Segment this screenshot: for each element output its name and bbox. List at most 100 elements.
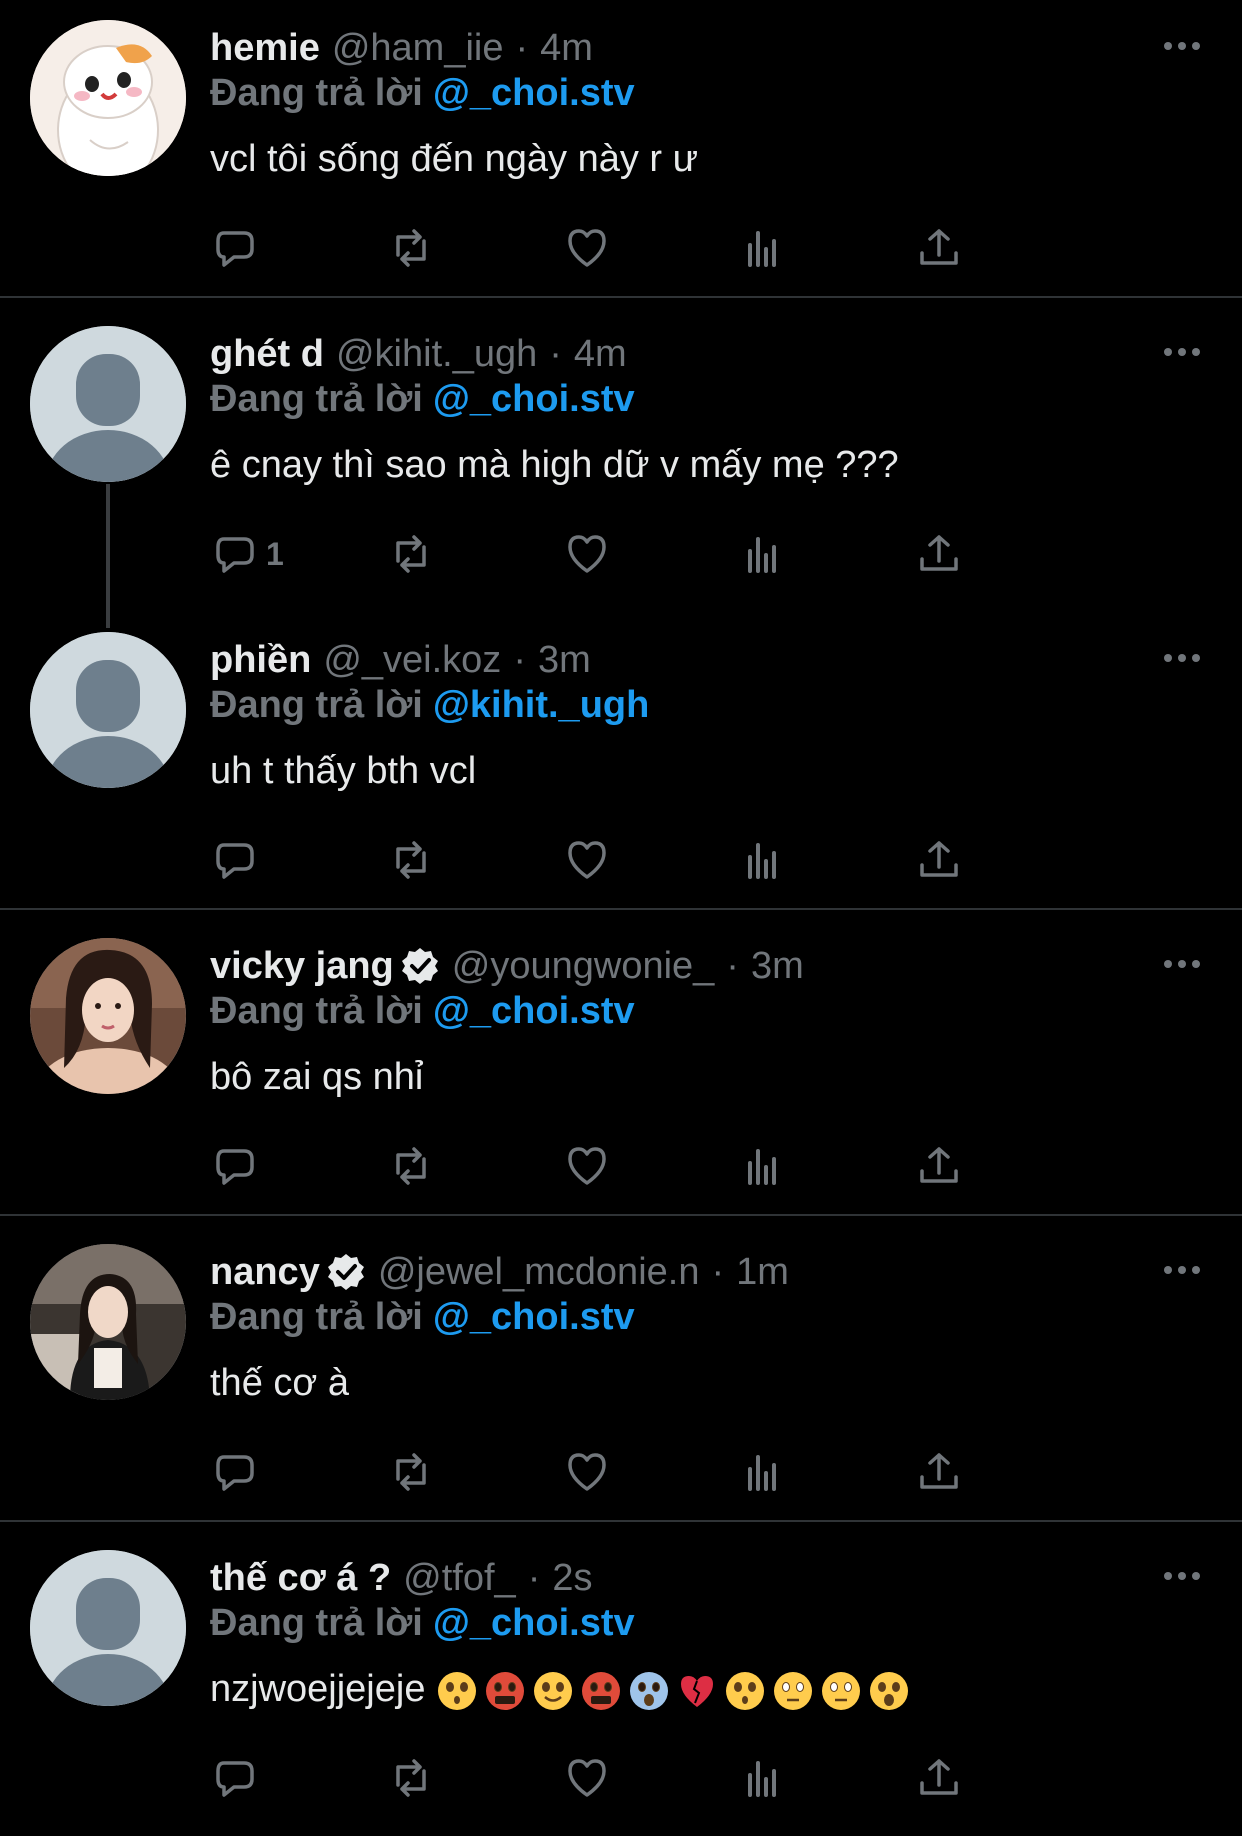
mention-link[interactable]: @_choi.stv [433,990,635,1032]
timestamp[interactable]: 2s [552,1557,592,1600]
views-button[interactable] [738,832,788,888]
share-button[interactable] [914,832,964,888]
replying-to: Đang trả lời @_choi.stv [210,72,635,115]
user-handle[interactable]: @youngwonie_ [452,945,715,988]
views-button[interactable] [738,1750,788,1806]
separator: · [515,26,529,69]
views-icon [748,1761,776,1797]
user-handle[interactable]: @_vei.koz [323,639,501,682]
avatar[interactable] [30,326,186,482]
share-button[interactable] [914,1138,964,1194]
verified-icon [327,1254,364,1290]
display-name[interactable]: hemie [210,27,320,70]
user-handle[interactable]: @kihit._ugh [336,333,537,376]
user-handle[interactable]: @tfof_ [403,1557,516,1600]
separator: · [527,1556,541,1599]
timestamp[interactable]: 3m [538,639,591,682]
action-bar [210,1138,1090,1194]
mention-link[interactable]: @kihit._ugh [433,684,650,726]
pleading-face-icon [438,1671,477,1710]
more-icon[interactable] [1162,38,1202,54]
reply-button[interactable] [210,832,260,888]
display-name[interactable]: vicky jang [210,945,394,988]
share-button[interactable] [914,1444,964,1500]
reply-button[interactable] [210,1750,260,1806]
display-name[interactable]: phiền [210,639,311,682]
like-icon [568,1147,606,1185]
like-icon [568,841,606,879]
replying-to: Đang trả lời @_choi.stv [210,1296,635,1339]
views-button[interactable] [738,526,788,582]
avatar[interactable] [30,1244,186,1400]
mention-link[interactable]: @_choi.stv [433,72,635,114]
retweet-button[interactable] [386,832,436,888]
hamster-avatar-icon [30,20,186,176]
share-button[interactable] [914,1750,964,1806]
views-button[interactable] [738,220,788,276]
display-name[interactable]: thế cơ á ? [210,1557,391,1600]
share-icon [920,535,958,571]
reply-button[interactable] [210,220,260,276]
mention-link[interactable]: @_choi.stv [433,1296,635,1338]
retweet-button[interactable] [386,220,436,276]
avatar[interactable] [30,632,186,788]
reply-icon [216,1149,254,1185]
action-bar [210,1750,1090,1806]
retweet-button[interactable] [386,526,436,582]
retweet-button[interactable] [386,1444,436,1500]
views-button[interactable] [738,1138,788,1194]
views-button[interactable] [738,1444,788,1500]
timestamp[interactable]: 4m [540,27,593,70]
tweet-header: vicky jang @youngwonie_ · 3m [210,938,804,994]
mention-link[interactable]: @_choi.stv [433,378,635,420]
more-icon[interactable] [1162,344,1202,360]
replying-to: Đang trả lời @kihit._ugh [210,684,649,727]
reply-button[interactable] [210,1444,260,1500]
more-icon[interactable] [1162,1568,1202,1584]
share-button[interactable] [914,526,964,582]
divider [0,1214,1242,1216]
replying-to: Đang trả lời @_choi.stv [210,1602,635,1645]
like-button[interactable] [562,1444,612,1500]
divider [0,908,1242,910]
reply-button[interactable] [210,1138,260,1194]
more-icon[interactable] [1162,956,1202,972]
replying-label: Đang trả lời [210,378,423,420]
user-handle[interactable]: @ham_iie [332,27,504,70]
more-icon[interactable] [1162,1262,1202,1278]
timestamp[interactable]: 4m [574,333,627,376]
display-name[interactable]: ghét d [210,333,324,376]
views-icon [748,231,776,267]
retweet-button[interactable] [386,1138,436,1194]
like-button[interactable] [562,1138,612,1194]
profile-photo-icon [30,1244,186,1400]
like-button[interactable] [562,526,612,582]
more-icon[interactable] [1162,650,1202,666]
retweet-button[interactable] [386,1750,436,1806]
like-button[interactable] [562,220,612,276]
action-bar [210,832,1090,888]
retweet-icon [396,1147,426,1185]
share-icon [920,841,958,877]
mention-link[interactable]: @_choi.stv [433,1602,635,1644]
views-icon [748,843,776,879]
reply-icon [216,231,254,267]
user-handle[interactable]: @jewel_mcdonie.n [378,1251,700,1294]
avatar[interactable] [30,20,186,176]
like-icon [568,535,606,573]
replying-label: Đang trả lời [210,990,423,1032]
reply-button[interactable]: 1 [210,526,284,582]
replying-to: Đang trả lời @_choi.stv [210,990,635,1033]
display-name[interactable]: nancy [210,1251,320,1294]
timestamp[interactable]: 3m [751,945,804,988]
like-button[interactable] [562,1750,612,1806]
cursing-face-icon [582,1671,621,1710]
like-button[interactable] [562,832,612,888]
timestamp[interactable]: 1m [736,1251,789,1294]
reply-icon [216,537,254,573]
retweet-icon [396,535,426,573]
avatar[interactable] [30,1550,186,1706]
avatar[interactable] [30,938,186,1094]
retweet-icon [396,1453,426,1491]
share-button[interactable] [914,220,964,276]
